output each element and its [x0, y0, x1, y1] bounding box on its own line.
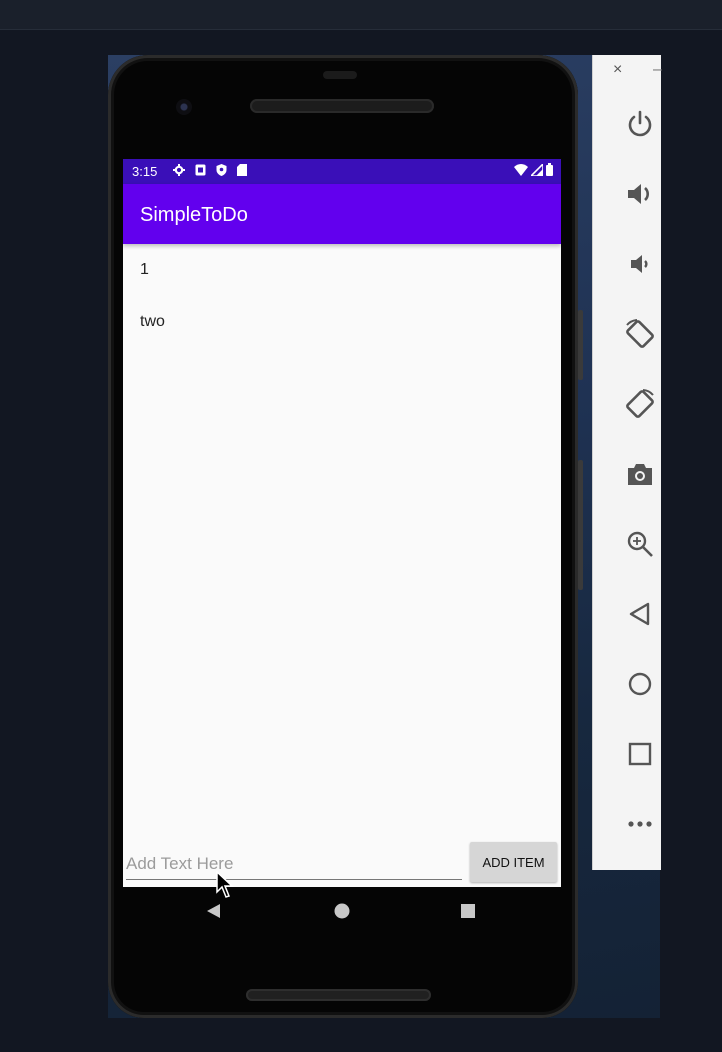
minimize-icon[interactable]: –	[653, 61, 662, 79]
camera-icon[interactable]	[623, 457, 657, 491]
wifi-icon	[514, 163, 528, 179]
back-icon[interactable]	[205, 903, 221, 924]
todo-list: 1 two	[123, 244, 561, 348]
close-icon[interactable]: ×	[613, 61, 622, 79]
rotate-left-icon[interactable]	[623, 317, 657, 351]
front-camera	[176, 99, 192, 115]
settings-icon	[173, 164, 185, 180]
volume-up-icon[interactable]	[623, 177, 657, 211]
phone-screen: 3:15 SimpleToDo 1 two Add Text Here ADD …	[123, 159, 561, 887]
overview-icon[interactable]	[623, 737, 657, 771]
home-icon[interactable]	[334, 903, 350, 924]
home-icon[interactable]	[623, 667, 657, 701]
power-icon[interactable]	[623, 107, 657, 141]
add-item-button[interactable]: ADD ITEM	[470, 842, 557, 882]
sim-icon	[195, 164, 206, 180]
sd-card-icon	[237, 164, 247, 180]
rotate-right-icon[interactable]	[623, 387, 657, 421]
phone-volume-button	[578, 460, 583, 590]
status-right-icons	[514, 161, 553, 179]
zoom-icon[interactable]	[623, 527, 657, 561]
mouse-cursor-icon	[216, 870, 234, 904]
status-icons	[173, 164, 247, 180]
add-text-input[interactable]	[126, 849, 462, 880]
battery-icon	[546, 163, 553, 179]
android-nav-bar	[123, 887, 561, 937]
app-bar: SimpleToDo	[123, 184, 561, 244]
phone-bottom-speaker	[246, 989, 431, 1001]
status-time: 3:15	[132, 164, 158, 179]
emulator-side-panel: × –	[592, 55, 662, 870]
todo-list-item[interactable]: 1	[123, 244, 561, 296]
shield-icon	[216, 164, 227, 180]
earpiece	[250, 99, 434, 113]
app-title: SimpleToDo	[140, 204, 248, 226]
volume-down-icon[interactable]	[623, 247, 657, 281]
back-icon[interactable]	[623, 597, 657, 631]
todo-list-item[interactable]: two	[123, 296, 561, 348]
status-bar: 3:15	[123, 159, 561, 184]
add-item-row: ADD ITEM	[123, 839, 561, 887]
top-speaker	[323, 71, 357, 79]
signal-icon	[529, 161, 544, 179]
phone-side-button	[578, 310, 583, 380]
window-top-bar	[0, 0, 722, 30]
recents-icon[interactable]	[460, 903, 476, 924]
more-icon[interactable]	[623, 807, 657, 841]
